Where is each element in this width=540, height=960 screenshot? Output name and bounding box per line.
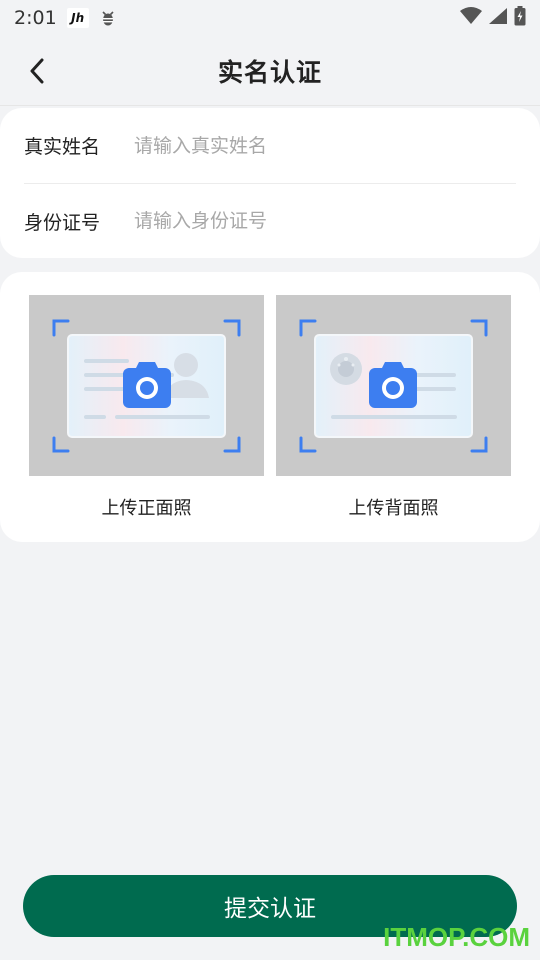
bug-icon	[99, 9, 117, 27]
id-number-label: 身份证号	[24, 211, 101, 234]
camera-icon	[123, 362, 171, 408]
status-indicators	[460, 6, 526, 30]
status-bar: 2:01 Jh	[0, 0, 540, 36]
id-front-placeholder[interactable]	[29, 295, 264, 476]
identity-form-card: 真实姓名 身份证号	[0, 108, 540, 258]
name-input[interactable]	[134, 134, 516, 157]
chevron-left-icon	[30, 58, 44, 84]
signal-icon	[488, 7, 508, 29]
national-emblem-icon	[330, 353, 362, 385]
upload-back-photo-button[interactable]: 上传背面照	[276, 295, 511, 520]
back-button[interactable]	[22, 56, 52, 86]
id-number-input[interactable]	[134, 210, 516, 232]
id-back-placeholder[interactable]	[276, 295, 511, 476]
upload-front-photo-button[interactable]: 上传正面照	[29, 295, 264, 520]
upload-front-label: 上传正面照	[101, 498, 192, 519]
page-title: 实名认证	[217, 57, 322, 87]
page-header: 实名认证	[0, 36, 540, 106]
name-label: 真实姓名	[24, 136, 101, 158]
status-time: 2:01	[14, 7, 57, 29]
watermark: ITMOP.COM	[383, 922, 530, 952]
camera-icon	[369, 362, 417, 408]
upload-back-label: 上传背面照	[348, 498, 439, 519]
name-row: 真实姓名	[24, 108, 516, 183]
wifi-icon	[460, 7, 482, 29]
battery-icon	[514, 6, 526, 30]
id-photo-upload-card: 上传正面照 上传背面照	[0, 272, 540, 542]
id-number-row: 身份证号	[24, 183, 516, 258]
app-notification-icon: Jh	[66, 8, 89, 28]
